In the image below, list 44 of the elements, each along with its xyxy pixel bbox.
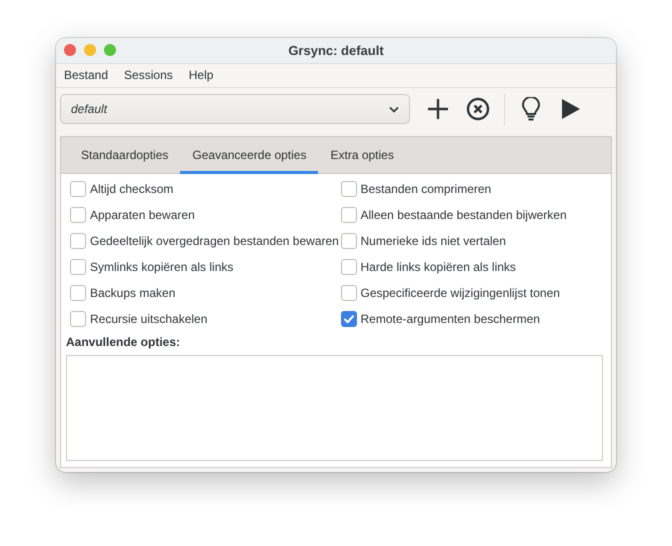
zoom-button[interactable] [104, 44, 116, 56]
tab[interactable]: Geavanceerde opties [180, 137, 318, 174]
option-label: Apparaten bewaren [90, 208, 195, 222]
tab[interactable]: Standaardopties [69, 137, 180, 174]
chevron-icon [389, 106, 399, 113]
checkbox[interactable] [70, 207, 86, 223]
close-circle-icon [466, 97, 490, 122]
session-dropdown[interactable]: default [60, 94, 410, 124]
option-label: Harde links kopiëren als links [360, 260, 516, 274]
text-area[interactable] [66, 355, 603, 461]
option-label: Numerieke ids niet vertalen [360, 234, 506, 248]
option-label: Alleen bestaande bestanden bijwerken [360, 208, 567, 222]
check-icon [342, 313, 354, 325]
checkbox[interactable] [70, 181, 86, 197]
close-button[interactable] [64, 44, 76, 56]
checkbox[interactable] [340, 285, 356, 301]
session-value: default [71, 102, 108, 116]
menu-item[interactable]: Sessions [118, 68, 179, 82]
option-label: Backups maken [90, 286, 176, 300]
lightbulb-icon [522, 97, 540, 122]
minimize-button[interactable] [84, 44, 96, 56]
option-label: Remote-argumenten beschermen [360, 312, 540, 326]
option-label: Gedeeltelijk overgedragen bestanden bewaren [90, 234, 339, 248]
plus-icon [427, 98, 449, 120]
menu-item[interactable]: Help [182, 68, 220, 82]
section-label: Aanvullende opties: [65, 334, 182, 351]
checkbox[interactable] [70, 233, 86, 249]
checkbox[interactable] [340, 233, 356, 249]
window-title: Grsync: default [288, 42, 384, 58]
checkbox[interactable] [70, 285, 86, 301]
option-label: Altijd checksom [90, 182, 174, 196]
checkbox[interactable] [340, 259, 356, 275]
checkbox[interactable] [340, 207, 356, 223]
checkbox[interactable] [70, 311, 86, 327]
option-label: Symlinks kopiëren als links [90, 260, 234, 274]
checkbox[interactable] [340, 181, 356, 197]
checkbox[interactable] [70, 259, 86, 275]
option-label: Gespecificeerde wijzigingenlijst tonen [360, 286, 560, 300]
play-icon [561, 98, 581, 120]
menu-item[interactable]: Bestand [58, 68, 114, 82]
option-label: Bestanden comprimeren [360, 182, 492, 196]
checkbox[interactable] [340, 311, 356, 327]
option-label: Recursie uitschakelen [90, 312, 208, 326]
tab[interactable]: Extra opties [318, 137, 406, 174]
